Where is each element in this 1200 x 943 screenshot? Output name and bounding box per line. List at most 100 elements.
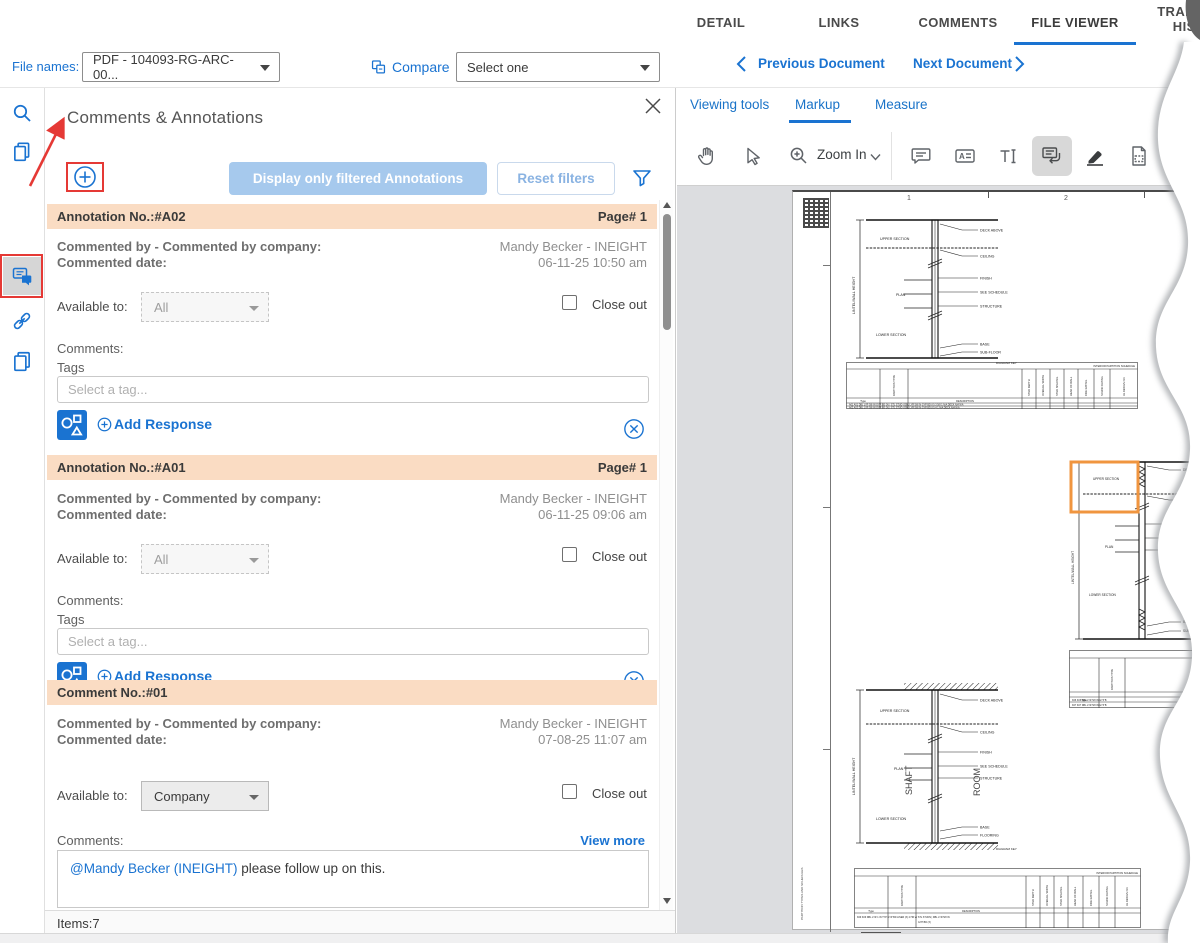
comment-mention[interactable]: @Mandy Becker (INEIGHT) [70,861,237,876]
annotation-orange-highlight [1071,462,1138,512]
tag-input[interactable] [57,628,649,655]
previous-document-link[interactable]: Previous Document [758,56,885,71]
zoom-in-icon[interactable] [783,140,815,172]
marker-pen-icon[interactable] [1079,140,1111,172]
schedule-vertical-header: SOUND RATING [1100,376,1104,396]
deck-above-label: DECK ABOVE [1183,468,1200,472]
structure-label: STRUCTURE [1183,548,1200,552]
see-schedule-label: SEE SCHEDULE [1183,536,1200,540]
schedule-vertical-header: FIRE RATING [1089,890,1093,906]
schedule-vertical-header: STUD DEPTH [1027,379,1031,396]
pan-hand-icon[interactable] [691,140,723,172]
schedule-vertical-header: PARTITION TYPE [1110,669,1114,690]
tab-detail[interactable]: DETAIL [678,0,764,45]
tag-input[interactable] [57,376,649,403]
comment-text-box[interactable]: @Mandy Becker (INEIGHT) please follow up… [57,850,649,908]
insert-text-icon[interactable] [993,140,1025,172]
tab-measure[interactable]: Measure [875,97,928,112]
compare-button[interactable]: Compare [370,58,450,75]
commented-date-label: Commented date: [57,507,167,522]
available-to-value: All [154,300,168,315]
scroll-down-icon[interactable] [663,898,671,904]
tab-comments[interactable]: COMMENTS [914,0,1002,45]
commented-by-value: Mandy Becker - INEIGHT [500,239,647,254]
tab-viewing-tools[interactable]: Viewing tools [690,97,769,112]
finish-label: FINISH [980,277,992,281]
chevron-down-icon[interactable] [870,153,881,161]
select-cursor-icon[interactable] [737,140,769,172]
wall-section-diagram-top: LINTEL/WALL HEIGHT UPPER SECTION PLAN LO… [846,214,1078,364]
partition-schedule-table-2: PARTITION TYPE Type K06 K06 DBL LYR 5/8 … [1069,650,1200,708]
structure-label: STRUCTURE [980,305,1003,309]
comment-reply-tool-selected[interactable] [1032,136,1072,176]
panel-title: Comments & Annotations [67,108,263,128]
close-out-checkbox[interactable] [562,295,577,310]
view-more-link[interactable]: View more [580,833,645,848]
compare-version-dropdown[interactable]: Select one [456,52,660,82]
see-schedule-label: SEE SCHEDULE [980,765,1008,769]
next-chevron-icon[interactable] [1012,55,1026,73]
hatch-band-top [904,683,998,690]
schedule-vertical-header: OVERALL WIDTH [1045,885,1049,906]
callout-label-icon[interactable]: A [949,140,981,172]
panel-scrollbar[interactable] [659,200,673,910]
scroll-up-icon[interactable] [663,202,671,208]
file-name-value: PDF - 104093-RG-ARC-00... [93,52,253,82]
add-annotation-icon[interactable] [73,165,97,189]
annotation-shapes-button[interactable] [57,410,87,440]
next-document-link[interactable]: Next Document [913,56,1012,71]
filter-icon[interactable] [631,167,653,189]
base-label: BASE [1183,620,1192,624]
close-icon[interactable] [643,96,663,116]
markup-toolbar: Zoom In A [677,126,1200,186]
annotation-page: Page# 1 [598,209,647,224]
commented-date-label: Commented date: [57,732,167,747]
previous-chevron-icon[interactable] [735,55,749,73]
ruler-tick [1144,192,1145,198]
room-label: ROOM [972,768,982,796]
commented-date-label: Commented date: [57,255,167,270]
viewer-sidebar [0,88,44,943]
plus-circle-icon [97,417,112,432]
see-schedule-label: SEE SCHEDULE [980,291,1008,295]
plan-label: PLAN [896,293,906,297]
available-to-select[interactable]: All [141,292,269,322]
comments-icon[interactable] [11,265,33,287]
structure-label: STRUCTURE [980,777,1003,781]
link-icon[interactable] [11,310,33,332]
tab-transmittal-history[interactable]: TRANS HIST [1146,4,1200,34]
comment-note-icon[interactable] [905,140,937,172]
available-to-value: Company [154,789,210,804]
chevron-down-icon [249,558,259,563]
available-to-select[interactable]: Company [141,781,269,811]
tab-markup[interactable]: Markup [795,97,840,112]
file-name-dropdown[interactable]: PDF - 104093-RG-ARC-00... [82,52,280,82]
sheet-frame-line [830,192,831,932]
copy-icon[interactable] [11,350,33,372]
stamp-document-icon[interactable] [1123,140,1155,172]
close-out-checkbox[interactable] [562,784,577,799]
description-column-label: DESCRIPTION [962,909,980,913]
add-response-link[interactable]: Add Response [97,416,212,432]
close-out-checkbox[interactable] [562,547,577,562]
upper-section-label: UPPER SECTION [880,237,910,241]
dismiss-circle-icon[interactable] [623,418,645,440]
schedule-row: A02 A02 DBL LYR 5/8 IN GYP BD (X) | STL … [849,406,960,409]
available-to-select[interactable]: All [141,544,269,574]
shaft-label: SHAFT [904,765,914,795]
clipped-tool-icon[interactable] [1183,140,1200,172]
display-filtered-annotations-button[interactable]: Display only filtered Annotations [229,162,487,195]
lower-section-label: LOWER SECTION [876,817,907,821]
schedule-vertical-header: PARTITION TYPE [900,885,904,906]
upper-section-label: UPPER SECTION [880,709,910,713]
reset-filters-button[interactable]: Reset filters [497,162,615,195]
commented-date-value: 06-11-25 10:50 am [538,255,647,270]
zoom-in-dropdown[interactable]: Zoom In [817,147,867,162]
tab-links[interactable]: LINKS [796,0,882,45]
deck-above-label: DECK ABOVE [980,229,1004,233]
scrollbar-thumb[interactable] [663,214,671,330]
toolbar-divider [891,132,892,180]
schedule-vertical-header: STUD SPACING [1059,887,1063,906]
plan-label: PLAN [894,767,904,771]
tab-file-viewer[interactable]: FILE VIEWER [1014,0,1136,45]
